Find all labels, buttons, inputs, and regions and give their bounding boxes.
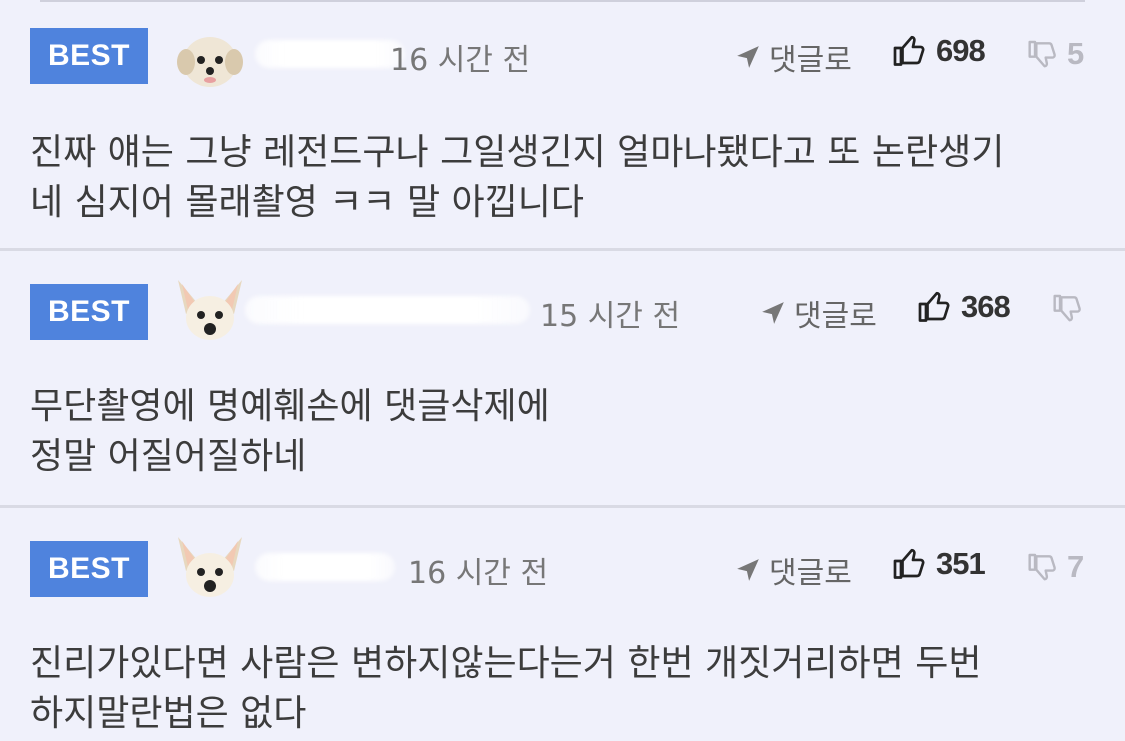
best-badge: BEST: [30, 28, 148, 84]
comment-divider: [0, 505, 1125, 508]
username-redacted: [245, 296, 530, 324]
comment-time: 16 시간 전: [408, 556, 549, 591]
thumbs-up-icon: [893, 548, 925, 579]
top-divider: [40, 0, 1085, 2]
comment-text: 진짜 얘는 그냥 레전드구나 그일생긴지 얼마나됐다고 또 논란생기 네 심지어…: [30, 132, 1005, 223]
thumbs-up-icon: [893, 35, 925, 66]
arrow-reply-icon: [762, 302, 784, 324]
username-redacted: [255, 40, 405, 68]
best-badge: BEST: [30, 541, 148, 597]
like-button[interactable]: 368: [917, 289, 1011, 325]
comment-text: 진리가있다면 사람은 변하지않는다는거 한번 개짓거리하면 두번 하지말란법은 …: [30, 643, 982, 734]
arrow-reply-icon: [737, 559, 759, 581]
thumbs-down-icon: [1028, 40, 1056, 68]
dislike-button[interactable]: 5: [1027, 36, 1084, 72]
dislike-count: 5: [1067, 36, 1085, 71]
comment-time: 16 시간 전: [390, 43, 531, 78]
thumbs-up-icon: [918, 291, 950, 322]
chihuahua-avatar-icon[interactable]: [172, 274, 248, 350]
reply-label: 댓글로: [769, 556, 852, 591]
reply-button[interactable]: 댓글로: [735, 35, 852, 79]
best-badge: BEST: [30, 284, 148, 340]
arrow-reply-icon: [737, 46, 759, 68]
like-count: 698: [936, 33, 986, 68]
comment-divider: [0, 248, 1125, 251]
dislike-count: 7: [1067, 549, 1085, 584]
dislike-button[interactable]: 7: [1027, 549, 1084, 585]
like-button[interactable]: 351: [892, 546, 986, 582]
comment-time: 15 시간 전: [540, 299, 681, 334]
reply-label: 댓글로: [794, 299, 877, 334]
like-count: 368: [961, 289, 1011, 324]
thumbs-down-icon: [1053, 294, 1081, 322]
reply-button[interactable]: 댓글로: [735, 548, 852, 592]
like-count: 351: [936, 546, 986, 581]
maltese-dog-avatar-icon[interactable]: [172, 18, 248, 94]
reply-label: 댓글로: [769, 43, 852, 78]
comment-text: 무단촬영에 명예훼손에 댓글삭제에 정말 어질어질하네: [30, 386, 550, 477]
chihuahua-avatar-icon[interactable]: [172, 531, 248, 607]
dislike-button[interactable]: [1052, 292, 1092, 324]
reply-button[interactable]: 댓글로: [760, 291, 877, 335]
like-button[interactable]: 698: [892, 33, 986, 69]
thumbs-down-icon: [1028, 553, 1056, 581]
username-redacted: [255, 553, 395, 581]
